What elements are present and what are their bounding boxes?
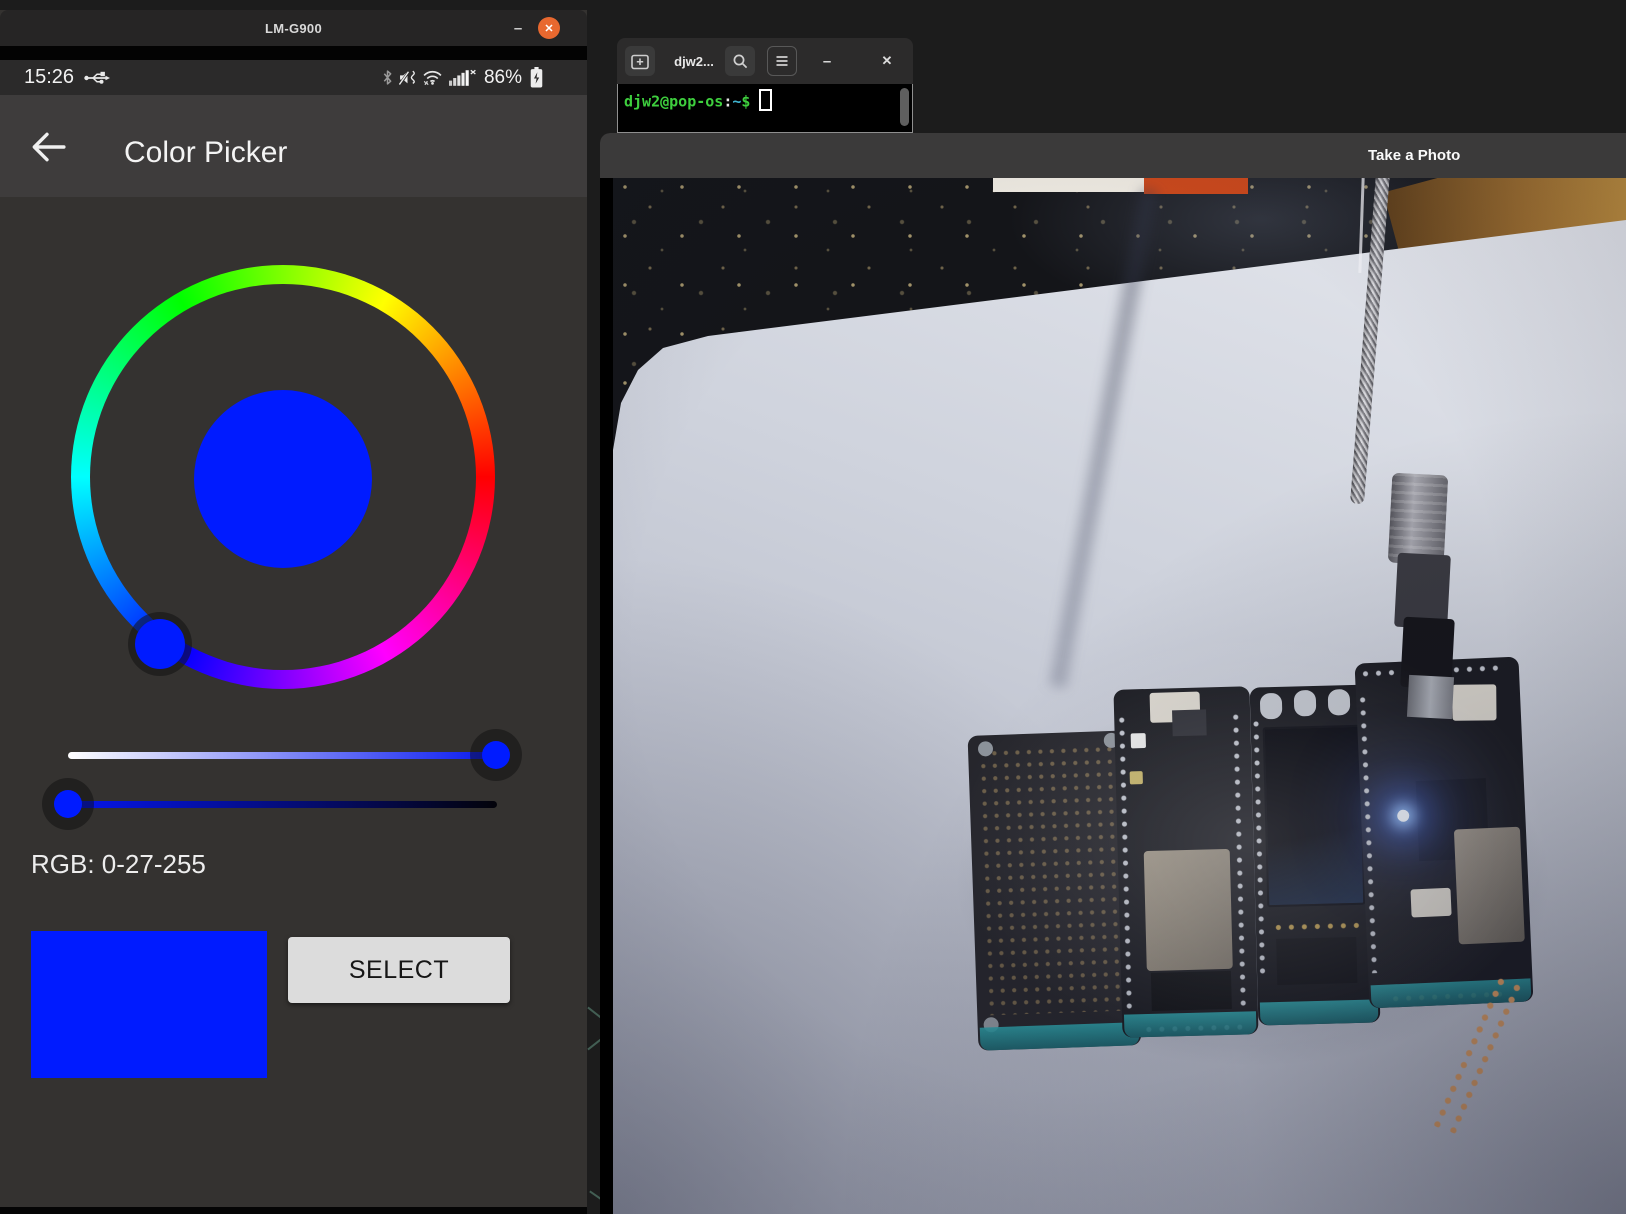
new-tab-icon xyxy=(631,52,649,70)
terminal-window: djw2... – ✕ djw2@pop-os:~$ xyxy=(617,38,913,133)
phone-window-title: LM-G900 xyxy=(0,21,587,36)
rf-shield xyxy=(1454,827,1525,945)
minimize-button[interactable]: – xyxy=(506,10,530,46)
terminal-tab-title[interactable]: djw2... xyxy=(665,38,723,84)
usb-plug-tip xyxy=(1407,675,1454,719)
pcb-edge xyxy=(1260,999,1379,1025)
menu-button[interactable] xyxy=(767,46,797,76)
white-connector xyxy=(1410,888,1451,918)
phone-mirror-window: LM-G900 – ✕ 15:26 xyxy=(0,10,587,1214)
prompt-symbol: $ xyxy=(741,93,750,111)
app-bar xyxy=(0,95,587,197)
usb-connector-metal xyxy=(1388,473,1449,566)
ic-chip xyxy=(1172,709,1207,736)
hue-knob[interactable] xyxy=(135,619,185,669)
smd-chip xyxy=(1130,771,1143,784)
search-button[interactable] xyxy=(725,46,755,76)
photo-header-bar xyxy=(600,133,1626,178)
hamburger-menu-icon xyxy=(773,52,791,70)
camera-photo-window: Take a Photo xyxy=(600,133,1626,1214)
smd-led xyxy=(1131,733,1146,748)
dev-board-feather xyxy=(1113,686,1258,1037)
terminal-screen[interactable]: djw2@pop-os:~$ xyxy=(617,84,913,133)
wifi-icon xyxy=(422,69,443,86)
usb-icon xyxy=(84,70,110,85)
saturation-knob[interactable] xyxy=(482,741,510,769)
status-icons-group: 86% xyxy=(382,67,543,89)
solder-pad xyxy=(1328,689,1351,716)
selected-color-circle xyxy=(194,390,372,568)
background-object-white xyxy=(993,178,1145,192)
android-status-bar: 15:26 xyxy=(0,60,587,95)
value-knob[interactable] xyxy=(54,790,82,818)
select-button[interactable]: SELECT xyxy=(288,937,510,1003)
color-preview-swatch xyxy=(31,931,267,1078)
rf-shield xyxy=(1144,849,1233,971)
signal-icon xyxy=(449,69,476,86)
page-title: Color Picker xyxy=(124,136,287,170)
terminal-scrollbar[interactable] xyxy=(900,88,909,126)
saturation-slider[interactable] xyxy=(68,752,497,759)
solder-pad xyxy=(1260,693,1283,720)
desktop: LM-G900 – ✕ 15:26 xyxy=(0,0,1626,1214)
white-connector xyxy=(1452,684,1496,720)
pin-header xyxy=(1231,711,1248,1011)
phone-nav-strip xyxy=(0,1207,587,1214)
rgb-value-label: RGB: 0-27-255 xyxy=(31,849,206,880)
close-button[interactable]: ✕ xyxy=(538,17,560,39)
oled-display xyxy=(1263,725,1366,908)
mute-vibrate-icon xyxy=(399,69,416,86)
camera-photo xyxy=(613,178,1626,1214)
blue-led xyxy=(1397,810,1410,823)
background-object-orange xyxy=(1144,178,1248,194)
bluetooth-icon xyxy=(382,69,393,86)
take-a-photo-button[interactable]: Take a Photo xyxy=(1368,133,1460,178)
prompt-user-host: djw2@pop-os xyxy=(624,93,723,111)
terminal-prompt: djw2@pop-os:~$ xyxy=(624,91,772,113)
phone-notch-strip xyxy=(0,46,587,60)
battery-percent: 86% xyxy=(484,67,522,89)
status-time: 15:26 xyxy=(24,66,74,89)
battery-icon xyxy=(530,67,543,88)
pcb-edge xyxy=(1124,1011,1257,1037)
terminal-cursor xyxy=(759,89,772,111)
close-icon[interactable]: ✕ xyxy=(873,38,901,84)
perfboard-grid xyxy=(977,743,1132,1016)
terminal-titlebar[interactable] xyxy=(617,38,913,84)
phone-titlebar[interactable]: LM-G900 – ✕ xyxy=(0,10,587,46)
search-icon xyxy=(732,53,749,70)
value-slider[interactable] xyxy=(68,801,497,808)
minimize-button[interactable]: – xyxy=(813,38,841,84)
gold-pin-row xyxy=(1272,921,1362,932)
back-arrow-icon[interactable] xyxy=(26,128,68,166)
black-module xyxy=(1151,971,1232,1011)
solder-pad xyxy=(1294,690,1317,717)
new-tab-button[interactable] xyxy=(625,46,655,76)
black-module xyxy=(1276,937,1357,985)
